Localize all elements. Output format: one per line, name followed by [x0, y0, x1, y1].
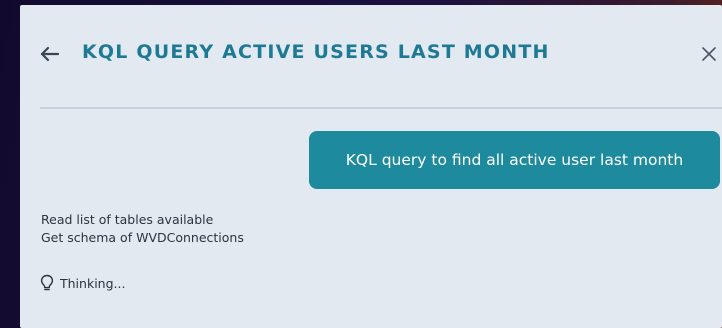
page-title: KQL QUERY ACTIVE USERS LAST MONTH — [82, 41, 550, 63]
thinking-label: Thinking... — [60, 275, 126, 291]
user-message-bubble: KQL query to find all active user last m… — [309, 131, 720, 189]
thinking-status: Thinking... — [40, 273, 125, 293]
lightbulb-icon — [40, 274, 54, 291]
progress-step: Get schema of WVDConnections — [41, 230, 244, 245]
arrow-left-icon — [40, 46, 60, 62]
panel-header: KQL QUERY ACTIVE USERS LAST MONTH — [20, 5, 722, 108]
close-button[interactable] — [699, 44, 719, 64]
header-divider — [40, 107, 722, 109]
chat-panel: KQL QUERY ACTIVE USERS LAST MONTH KQL qu… — [20, 5, 722, 328]
progress-step: Read list of tables available — [41, 212, 214, 227]
close-icon — [702, 47, 716, 61]
back-button[interactable] — [39, 43, 61, 65]
